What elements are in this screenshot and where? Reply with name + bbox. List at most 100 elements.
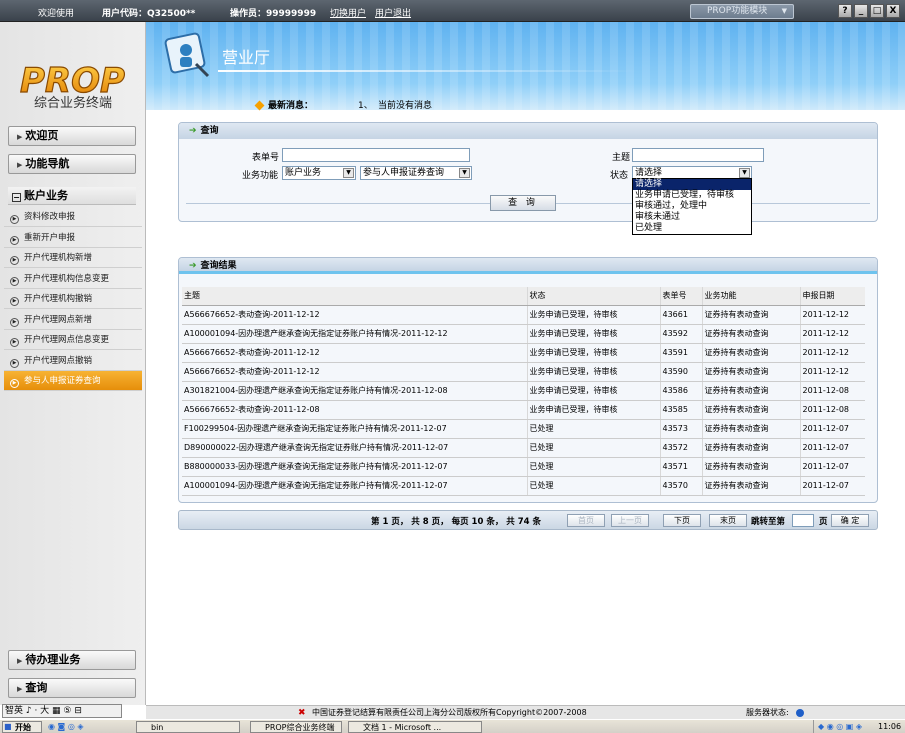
form-no-input[interactable] — [282, 148, 470, 162]
os-taskbar: 开始 ■ ◉ ◙ ◎ ◈ bin PROP综合业务终端 文档 1 - Micro… — [0, 719, 905, 733]
nav-pending-business[interactable]: ▶ 待办理业务 — [8, 650, 136, 670]
sidebar-subitem-8[interactable]: ▶ 开户代理网点撤销 — [4, 351, 142, 371]
sidebar-subitem-1[interactable]: ▶ 资料修改申报 — [4, 207, 142, 227]
table-cell: 43592 — [659, 324, 702, 344]
nav-function-guide[interactable]: ▶ 功能导航 — [8, 154, 136, 174]
ime-toolbar[interactable]: 智英 ♪ · 大 ▦ ⑤ ⊟ — [2, 704, 122, 718]
nav-query[interactable]: ▶ 查询 — [8, 678, 136, 698]
column-header[interactable]: 表单号 — [659, 287, 702, 306]
table-row[interactable]: A301821004-因办理遗产继承查询无指定证券账户持有情况-2011-12-… — [182, 381, 865, 401]
column-header[interactable]: 状态 — [526, 287, 660, 306]
tray-icons[interactable]: ◆ ◉ ◎ ▣ ◈ — [818, 721, 862, 733]
taskbar-item-prop[interactable]: PROP综合业务终端 — [250, 721, 342, 733]
business-func-select[interactable]: 账户业务 ▼ — [282, 166, 356, 180]
main-header: 营业厅 — [146, 22, 905, 110]
user-code-label: 用户代码：Q32500** — [102, 9, 196, 19]
status-option[interactable]: 审核未通过 — [633, 212, 751, 223]
quick-launch-icons[interactable]: ◉ ◙ ◎ ◈ — [48, 721, 84, 733]
bullet-icon: ▶ — [10, 235, 19, 245]
column-header[interactable]: 主题 — [182, 287, 527, 306]
logout-link[interactable]: 用户退出 — [375, 6, 411, 19]
table-row[interactable]: A100001094-因办理遗产继承查询无指定证券账户持有情况-2011-12-… — [182, 476, 865, 496]
table-cell: 43591 — [659, 343, 702, 363]
table-cell: 43572 — [659, 438, 702, 458]
arrow-right-icon: ➔ — [189, 261, 197, 271]
sidebar-subitem-5[interactable]: ▶ 开户代理机构撤销 — [4, 289, 142, 309]
sidebar-subitem-7[interactable]: ▶ 开户代理网点信息变更 — [4, 330, 142, 350]
table-row[interactable]: A566676652-表动查询-2011-12-08 业务申请已受理，待审核 435… — [182, 400, 865, 420]
sidebar-subitem-9[interactable]: ▶ 参与人申报证券查询 — [4, 371, 142, 391]
minimize-button[interactable]: _ — [854, 4, 868, 18]
bullet-icon: ▶ — [10, 379, 19, 388]
table-row[interactable]: A566676652-表动查询-2011-12-12 业务申请已受理，待审核 436… — [182, 305, 865, 325]
table-cell: F100299504-因办理遗产继承查询无指定证券账户持有情况-2011-12-… — [182, 419, 527, 439]
bullet-icon: ▶ — [10, 317, 19, 327]
sidebar-subitem-label: 重新开户申报 — [24, 232, 76, 243]
status-option[interactable]: 业务申请已受理，待审核 — [633, 190, 751, 201]
triangle-right-icon: ▶ — [17, 685, 23, 693]
module-select[interactable]: PROP功能模块 ▼ — [690, 4, 794, 19]
results-panel-title: 查询结果 — [200, 261, 237, 271]
sub-func-value: 参与人申报证券查询 — [363, 168, 445, 178]
nav-account-business[interactable]: − 账户业务 — [8, 187, 136, 205]
sub-func-select[interactable]: 参与人申报证券查询 ▼ — [360, 166, 472, 180]
close-button[interactable]: X — [886, 4, 900, 18]
chevron-down-icon: ▼ — [459, 168, 470, 178]
sidebar-subitem-label: 开户代理网点新增 — [24, 314, 93, 325]
table-cell: 业务申请已受理，待审核 — [526, 381, 660, 401]
status-option[interactable]: 已处理 — [633, 223, 751, 234]
prev-page-button[interactable]: 上一页 — [611, 514, 649, 527]
sidebar-subitem-3[interactable]: ▶ 开户代理机构新增 — [4, 248, 142, 268]
results-panel-header: ➔ 查询结果 — [179, 258, 877, 274]
triangle-right-icon: ▶ — [17, 161, 23, 169]
first-page-button[interactable]: 首页 — [567, 514, 605, 527]
form-no-label: 表单号 — [252, 153, 280, 163]
switch-user-link[interactable]: 切换用户 — [330, 6, 366, 19]
nav-welcome-page[interactable]: ▶ 欢迎页 — [8, 126, 136, 146]
status-option[interactable]: 请选择 — [633, 179, 751, 190]
bullet-icon: ▶ — [10, 297, 19, 306]
table-cell: 43586 — [659, 381, 702, 401]
status-value: 请选择 — [635, 168, 663, 178]
table-row[interactable]: A100001094-因办理遗产继承查询无指定证券账户持有情况-2011-12-… — [182, 324, 865, 344]
table-row[interactable]: F100299504-因办理遗产继承查询无指定证券账户持有情况-2011-12-… — [182, 419, 865, 439]
page-number-input[interactable] — [792, 514, 814, 527]
table-cell: 业务申请已受理，待审核 — [526, 362, 660, 382]
taskbar-item-word[interactable]: 文档 1 - Microsoft ... — [348, 721, 482, 733]
table-row[interactable]: B880000033-因办理遗产继承查询无指定证券账户持有情况-2011-12-… — [182, 457, 865, 477]
table-cell: B880000033-因办理遗产继承查询无指定证券账户持有情况-2011-12-… — [182, 457, 527, 477]
table-cell: A301821004-因办理遗产继承查询无指定证券账户持有情况-2011-12-… — [182, 381, 527, 401]
triangle-right-icon: ▶ — [17, 133, 23, 141]
news-text: 当前没有消息 — [378, 101, 433, 111]
table-cell: 证券持有表动查询 — [701, 400, 800, 420]
table-row[interactable]: D890000022-因办理遗产继承查询无指定证券账户持有情况-2011-12-… — [182, 438, 865, 458]
nav-function-label: 功能导航 — [25, 157, 70, 170]
table-cell: A100001094-因办理遗产继承查询无指定证券账户持有情况-2011-12-… — [182, 476, 527, 496]
subject-input[interactable] — [632, 148, 764, 162]
taskbar-prop-label: PROP综合业务终端 — [265, 723, 335, 732]
top-bar: 欢迎使用 用户代码：Q32500** 操作员：99999999 切换用户 用户退… — [0, 0, 905, 22]
last-page-button[interactable]: 末页 — [709, 514, 747, 527]
windows-flag-icon: ■ — [4, 722, 12, 731]
table-cell: 业务申请已受理，待审核 — [526, 400, 660, 420]
page-unit-label: 页 — [819, 517, 828, 527]
next-page-button[interactable]: 下页 — [663, 514, 701, 527]
results-table: 主题 状态 表单号 业务功能 申报日期 A566676652-表动查询-2011-12-… — [182, 287, 865, 496]
page-title: 营业厅 — [222, 48, 271, 67]
column-header[interactable]: 业务功能 — [701, 287, 800, 306]
restore-button[interactable]: □ — [870, 4, 884, 18]
sidebar-subitem-4[interactable]: ▶ 开户代理机构信息变更 — [4, 269, 142, 289]
confirm-jump-button[interactable]: 确 定 — [831, 514, 869, 527]
taskbar-item-bin[interactable]: bin — [136, 721, 240, 733]
column-header[interactable]: 申报日期 — [799, 287, 865, 306]
query-button[interactable]: 查 询 — [490, 195, 556, 211]
help-button[interactable]: ? — [838, 4, 852, 18]
table-cell: 已处理 — [526, 476, 660, 496]
copyright-text: 中国证券登记结算有限责任公司上海分公司版权所有Copyright©2007-20… — [312, 708, 587, 717]
table-row[interactable]: A566676652-表动查询-2011-12-12 业务申请已受理，待审核 435… — [182, 362, 865, 382]
status-option[interactable]: 审核通过，处理中 — [633, 201, 751, 212]
sidebar-subitem-2[interactable]: ▶ 重新开户申报 — [4, 228, 142, 248]
table-cell: 证券持有表动查询 — [701, 438, 800, 458]
table-row[interactable]: A566676652-表动查询-2011-12-12 业务申请已受理，待审核 435… — [182, 343, 865, 363]
sidebar-subitem-6[interactable]: ▶ 开户代理网点新增 — [4, 310, 142, 330]
